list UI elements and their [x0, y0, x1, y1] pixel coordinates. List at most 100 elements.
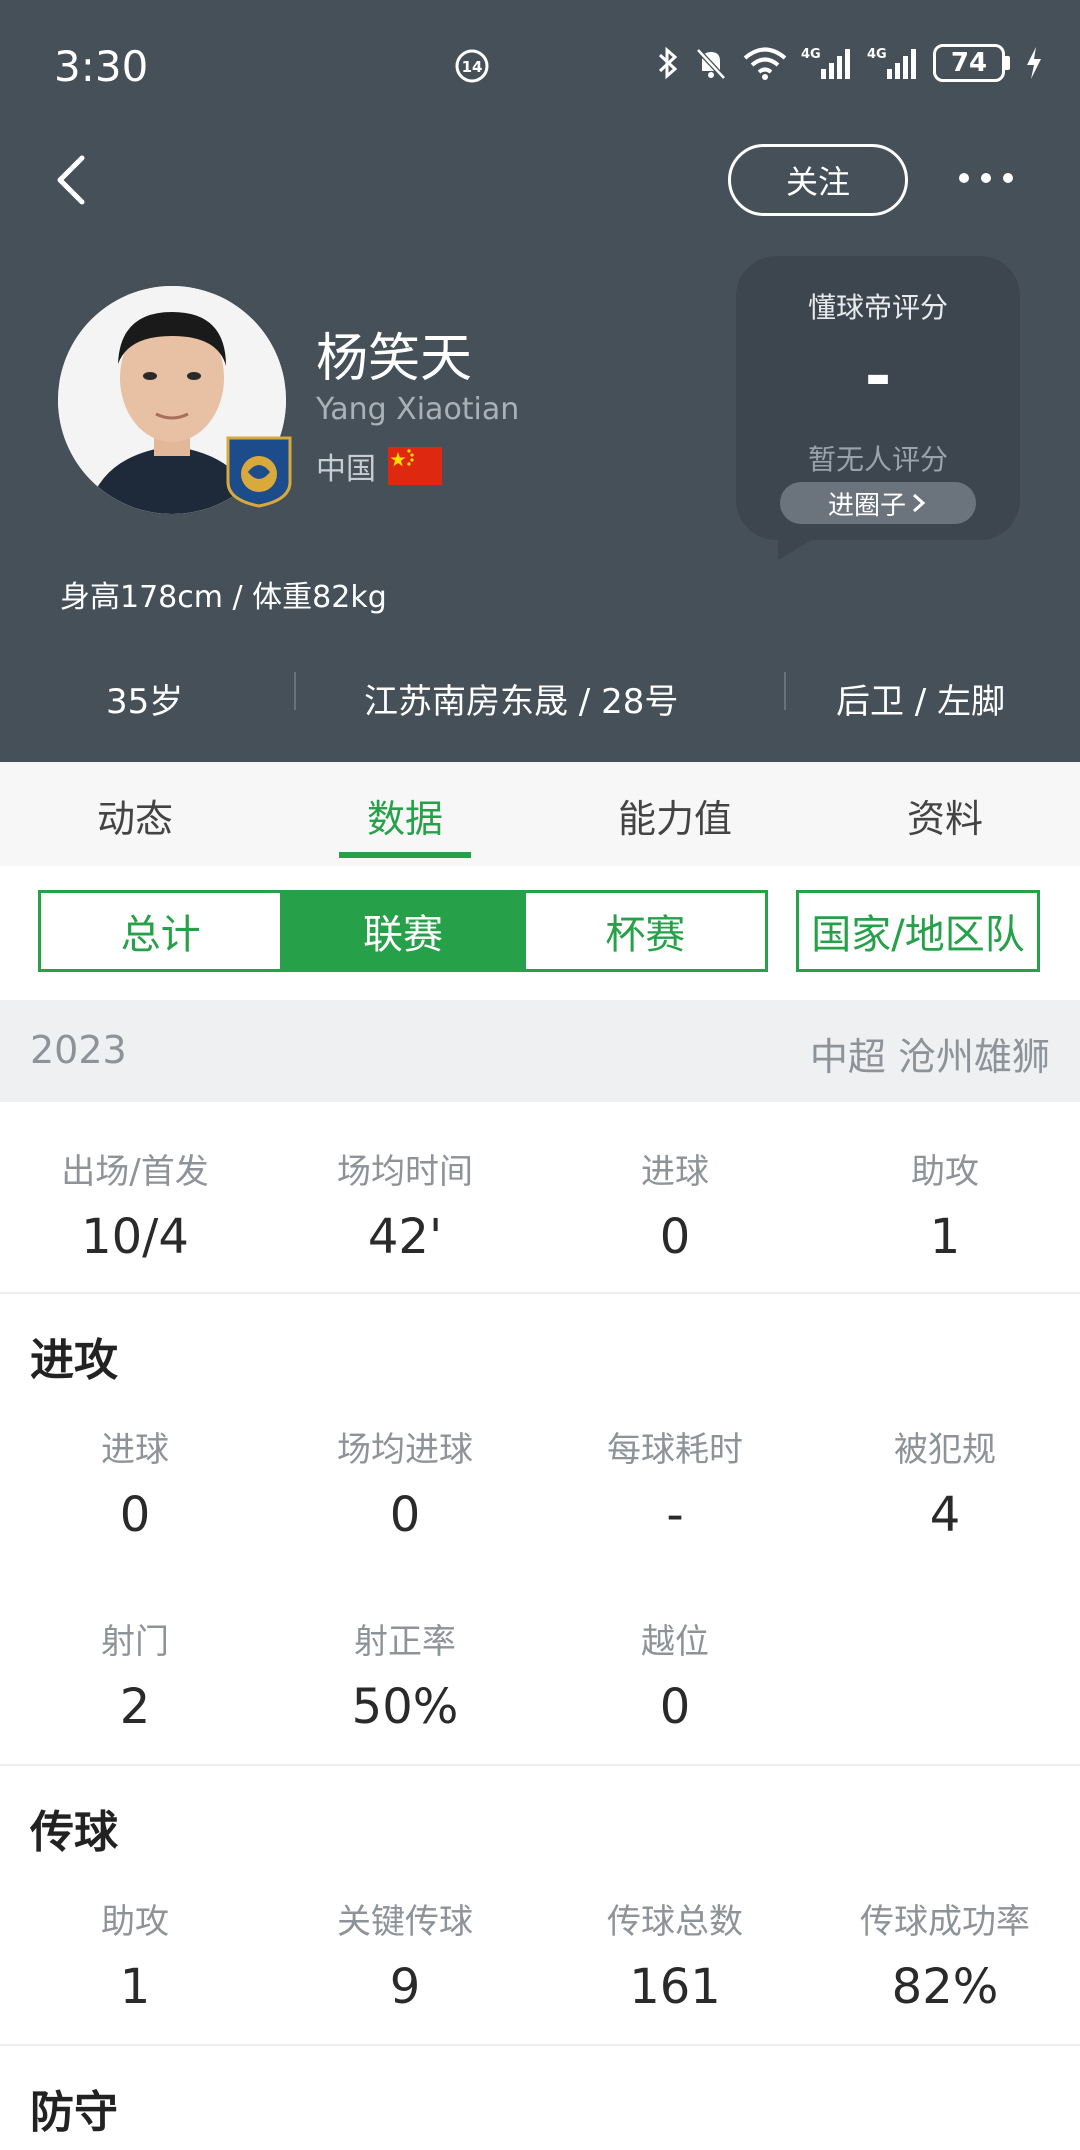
stat-total-passes: 传球总数 161	[540, 1894, 810, 2015]
battery-level: 74	[933, 44, 1005, 82]
join-circle-label: 进圈子	[827, 490, 906, 521]
filter-national-team[interactable]: 国家/地区队	[796, 890, 1040, 972]
stat-value: 0	[389, 1487, 421, 1543]
follow-button[interactable]: 关注	[728, 144, 908, 216]
tab-data[interactable]: 数据	[270, 788, 540, 843]
stat-key-passes: 关键传球 9	[270, 1894, 540, 2015]
stat-label: 场均时间	[337, 1152, 473, 1192]
stat-label: 助攻	[911, 1152, 979, 1192]
stat-minutes-per-goal: 每球耗时 -	[540, 1422, 810, 1543]
signal-4g-icon: 4G	[867, 47, 916, 79]
nationality-label: 中国	[316, 452, 376, 487]
tab-news[interactable]: 动态	[0, 788, 270, 843]
status-bar: 3:30 14 4G 4G 74	[0, 0, 1080, 130]
more-options-icon[interactable]	[956, 160, 1016, 196]
nationality: 中国	[316, 444, 442, 488]
divider	[0, 1764, 1080, 1766]
stat-label: 进球	[101, 1430, 169, 1470]
tab-bar: 动态 数据 能力值 资料	[0, 762, 1080, 866]
svg-text:14: 14	[462, 58, 483, 76]
status-icons: 4G 4G 74	[657, 44, 1044, 82]
stat-label: 关键传球	[337, 1902, 473, 1942]
player-club-number: 江苏南房东晟 / 28号	[364, 682, 679, 722]
section-title-defense: 防守	[30, 2087, 118, 2138]
stat-shot-accuracy: 射正率 50%	[270, 1614, 540, 1735]
tab-ability[interactable]: 能力值	[540, 788, 810, 843]
stat-value: 2	[119, 1679, 151, 1735]
stat-label: 场均进球	[337, 1430, 473, 1470]
season-year: 2023	[30, 1028, 127, 1072]
competition-filter: 总计 联赛 杯赛	[38, 890, 768, 972]
filter-league[interactable]: 联赛	[283, 893, 526, 969]
active-tab-indicator	[339, 852, 471, 858]
mute-bell-icon	[696, 48, 726, 80]
chevron-right-icon	[913, 493, 926, 513]
player-age: 35岁	[106, 682, 184, 722]
club-logo	[226, 436, 292, 508]
stat-value: -	[666, 1487, 684, 1543]
stat-avg-minutes: 场均时间 42'	[270, 1144, 540, 1265]
hd-call-icon: 14	[455, 49, 489, 83]
tab-profile[interactable]: 资料	[810, 788, 1080, 843]
stat-value: 0	[659, 1209, 691, 1265]
player-info-row: 35岁 江苏南房东晟 / 28号 后卫 / 左脚	[0, 666, 1080, 736]
filter-cup[interactable]: 杯赛	[526, 893, 765, 969]
join-circle-button[interactable]: 进圈子	[780, 482, 976, 524]
section-title-attack: 进攻	[30, 1335, 118, 1386]
signal-4g-icon: 4G	[801, 47, 850, 79]
stat-label: 射正率	[354, 1622, 456, 1662]
stat-offsides: 越位 0	[540, 1614, 810, 1735]
stat-value: 161	[629, 1959, 721, 2015]
stat-label: 被犯规	[894, 1430, 996, 1470]
stat-value: 1	[929, 1209, 961, 1265]
stat-label: 传球成功率	[860, 1902, 1030, 1942]
stat-value: 9	[389, 1959, 421, 2015]
stat-label: 传球总数	[607, 1902, 743, 1942]
stat-value: 42'	[367, 1209, 443, 1265]
stat-pass-assists: 助攻 1	[0, 1894, 270, 2015]
china-flag-icon	[388, 447, 442, 485]
stat-label: 助攻	[101, 1902, 169, 1942]
stat-value: 4	[929, 1487, 961, 1543]
stat-label: 每球耗时	[607, 1430, 743, 1470]
stat-value: 82%	[891, 1959, 999, 2015]
back-arrow-icon[interactable]	[52, 152, 92, 208]
stat-appearances: 出场/首发 10/4	[0, 1144, 270, 1265]
wifi-icon	[743, 47, 787, 80]
battery-indicator: 74	[933, 44, 1010, 82]
stat-value: 10/4	[81, 1209, 189, 1265]
stat-label: 越位	[641, 1622, 709, 1662]
stat-value: 50%	[351, 1679, 459, 1735]
stat-assists: 助攻 1	[810, 1144, 1080, 1265]
stat-shots: 射门 2	[0, 1614, 270, 1735]
svg-text:4G: 4G	[801, 47, 821, 62]
divider	[0, 2044, 1080, 2046]
stat-fouled: 被犯规 4	[810, 1422, 1080, 1543]
height-weight: 身高178cm / 体重82kg	[60, 580, 387, 615]
rating-title: 懂球帝评分	[807, 291, 948, 324]
stat-pass-accuracy: 传球成功率 82%	[810, 1894, 1080, 2015]
season-league-team: 中超 沧州雄狮	[809, 1035, 1050, 1079]
stat-value: 1	[119, 1959, 151, 2015]
stat-value: 0	[659, 1679, 691, 1735]
filter-total[interactable]: 总计	[41, 893, 284, 969]
season-header: 2023 中超 沧州雄狮	[0, 1000, 1080, 1102]
stat-goals-per-game: 场均进球 0	[270, 1422, 540, 1543]
player-position-foot: 后卫 / 左脚	[836, 682, 1006, 722]
stat-label: 出场/首发	[61, 1152, 209, 1192]
rating-card: 懂球帝评分 - 暂无人评分 进圈子	[736, 256, 1020, 540]
section-title-passing: 传球	[30, 1807, 118, 1858]
charging-icon	[1027, 47, 1041, 79]
divider	[0, 1292, 1080, 1294]
player-name-cn: 杨笑天	[316, 329, 473, 389]
status-time: 3:30	[54, 42, 149, 91]
stat-label: 进球	[641, 1152, 709, 1192]
svg-text:4G: 4G	[867, 47, 887, 62]
bluetooth-icon	[658, 46, 678, 80]
stat-attack-goals: 进球 0	[0, 1422, 270, 1543]
stat-goals: 进球 0	[540, 1144, 810, 1265]
stat-value: 0	[119, 1487, 151, 1543]
stat-label: 射门	[101, 1622, 169, 1662]
player-name-en: Yang Xiaotian	[316, 392, 520, 427]
rating-value: -	[864, 340, 892, 414]
